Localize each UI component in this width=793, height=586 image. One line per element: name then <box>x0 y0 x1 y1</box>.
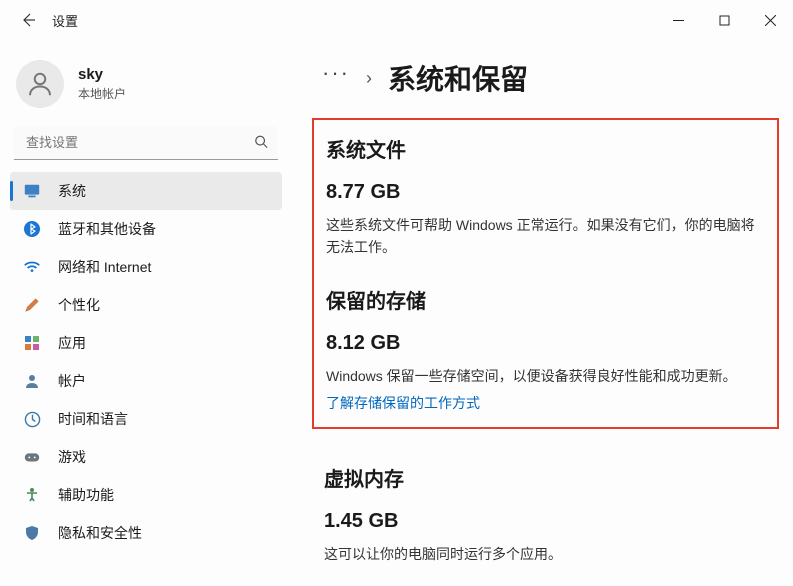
section-title: 虚拟内存 <box>324 463 783 492</box>
nav-item-system[interactable]: 系统 <box>10 172 282 210</box>
main-content: ··· › 系统和保留 系统文件 8.77 GB 这些系统文件可帮助 Windo… <box>290 40 793 586</box>
titlebar: 设置 <box>0 0 793 40</box>
nav-label: 系统 <box>58 181 86 201</box>
user-name: sky <box>78 66 126 83</box>
nav-label: 时间和语言 <box>58 409 128 429</box>
arrow-left-icon <box>20 12 36 28</box>
nav-item-personalization[interactable]: 个性化 <box>10 286 282 324</box>
breadcrumb-more[interactable]: ··· <box>322 62 350 84</box>
clock-globe-icon <box>22 409 42 429</box>
section-desc: 这些系统文件可帮助 Windows 正常运行。如果没有它们，你的电脑将无法工作。 <box>326 214 763 259</box>
bluetooth-icon <box>22 219 42 239</box>
nav-item-gaming[interactable]: 游戏 <box>10 438 282 476</box>
back-button[interactable] <box>18 10 38 30</box>
wifi-icon <box>22 257 42 277</box>
section-title: 保留的存储 <box>326 285 763 314</box>
breadcrumb: ··· › 系统和保留 <box>322 58 783 98</box>
nav-label: 个性化 <box>58 295 100 315</box>
nav-item-bluetooth[interactable]: 蓝牙和其他设备 <box>10 210 282 248</box>
search-wrap <box>14 126 278 160</box>
system-icon <box>22 181 42 201</box>
nav-label: 帐户 <box>58 371 86 391</box>
nav-item-accounts[interactable]: 帐户 <box>10 362 282 400</box>
gamepad-icon <box>22 447 42 467</box>
nav: 系统 蓝牙和其他设备 网络和 Internet 个性化 <box>10 172 282 552</box>
avatar <box>16 60 64 108</box>
minimize-icon <box>673 15 684 26</box>
section-value: 8.12 GB <box>326 332 763 355</box>
chevron-right-icon: › <box>366 68 372 89</box>
user-subtitle: 本地帐户 <box>78 85 126 102</box>
account-icon <box>22 371 42 391</box>
user-block[interactable]: sky 本地帐户 <box>10 50 282 126</box>
nav-item-privacy[interactable]: 隐私和安全性 <box>10 514 282 552</box>
nav-label: 应用 <box>58 333 86 353</box>
window-controls <box>655 0 793 40</box>
brush-icon <box>22 295 42 315</box>
highlight-box: 系统文件 8.77 GB 这些系统文件可帮助 Windows 正常运行。如果没有… <box>312 118 779 429</box>
sidebar: sky 本地帐户 系统 蓝牙和其他设备 <box>0 40 290 586</box>
section-desc: Windows 保留一些存储空间，以便设备获得良好性能和成功更新。 <box>326 365 763 387</box>
section-virtual-memory: 虚拟内存 1.45 GB 这可以让你的电脑同时运行多个应用。 <box>318 463 783 565</box>
section-reserved-storage: 保留的存储 8.12 GB Windows 保留一些存储空间，以便设备获得良好性… <box>320 285 763 413</box>
section-value: 8.77 GB <box>326 181 763 204</box>
person-icon <box>25 69 55 99</box>
close-icon <box>765 15 776 26</box>
shield-icon <box>22 523 42 543</box>
maximize-icon <box>719 15 730 26</box>
nav-item-network[interactable]: 网络和 Internet <box>10 248 282 286</box>
nav-label: 蓝牙和其他设备 <box>58 219 156 239</box>
learn-more-link[interactable]: 了解存储保留的工作方式 <box>326 393 480 413</box>
nav-label: 游戏 <box>58 447 86 467</box>
nav-item-accessibility[interactable]: 辅助功能 <box>10 476 282 514</box>
maximize-button[interactable] <box>701 4 747 36</box>
minimize-button[interactable] <box>655 4 701 36</box>
nav-label: 辅助功能 <box>58 485 114 505</box>
section-title: 系统文件 <box>326 134 763 163</box>
search-input[interactable] <box>14 126 278 160</box>
section-system-files: 系统文件 8.77 GB 这些系统文件可帮助 Windows 正常运行。如果没有… <box>320 134 763 259</box>
section-desc: 这可以让你的电脑同时运行多个应用。 <box>324 543 764 565</box>
nav-item-apps[interactable]: 应用 <box>10 324 282 362</box>
apps-icon <box>22 333 42 353</box>
window-title: 设置 <box>52 11 78 30</box>
accessibility-icon <box>22 485 42 505</box>
nav-label: 网络和 Internet <box>58 257 151 277</box>
close-button[interactable] <box>747 4 793 36</box>
nav-item-time-language[interactable]: 时间和语言 <box>10 400 282 438</box>
section-value: 1.45 GB <box>324 510 783 533</box>
page-title: 系统和保留 <box>388 58 528 98</box>
nav-label: 隐私和安全性 <box>58 523 142 543</box>
